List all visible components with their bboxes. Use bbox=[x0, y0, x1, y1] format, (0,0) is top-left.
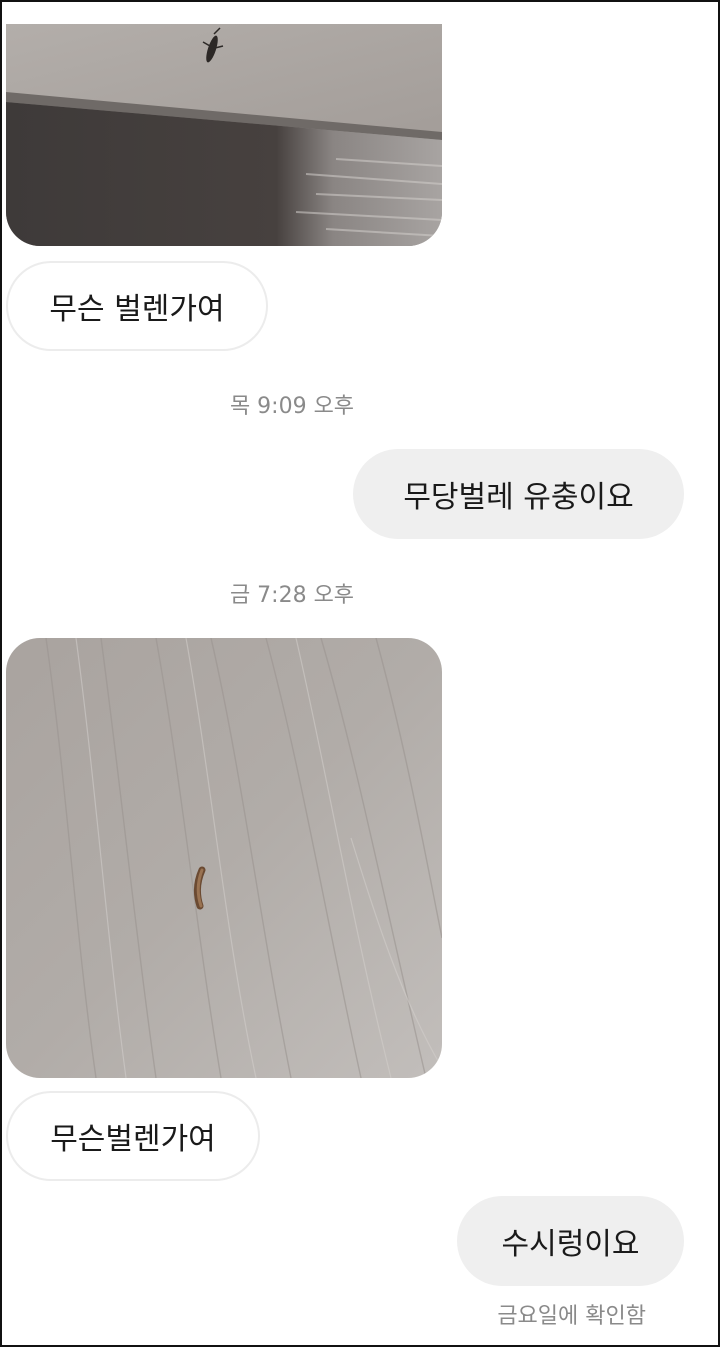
timestamp: 금 7:28 오후 bbox=[229, 583, 355, 608]
outgoing-message-bubble[interactable]: 무당벌레 유충이요 bbox=[353, 449, 684, 539]
timestamp: 목 9:09 오후 bbox=[229, 394, 355, 419]
message-text: 무슨 벌렌가여 bbox=[49, 292, 225, 327]
outgoing-message-bubble[interactable]: 수시렁이요 bbox=[457, 1196, 684, 1286]
message-text: 무슨벌렌가여 bbox=[50, 1122, 216, 1157]
photo-larva-on-wood bbox=[6, 638, 442, 1078]
incoming-message-bubble[interactable]: 무슨 벌렌가여 bbox=[6, 261, 268, 351]
message-text: 무당벌레 유충이요 bbox=[403, 480, 634, 515]
incoming-message-bubble[interactable]: 무슨벌렌가여 bbox=[6, 1091, 260, 1181]
photo-wood-floor-insect bbox=[6, 24, 442, 246]
photo-message-larva-on-wood[interactable] bbox=[6, 638, 442, 1078]
chat-frame: 무슨 벌렌가여 목 9:09 오후 무당벌레 유충이요 금 7:28 오후 무슨… bbox=[0, 0, 720, 1347]
photo-message-wood-floor-insect[interactable] bbox=[6, 24, 442, 246]
message-text: 수시렁이요 bbox=[501, 1227, 640, 1262]
read-receipt: 금요일에 확인함 bbox=[497, 1304, 646, 1329]
